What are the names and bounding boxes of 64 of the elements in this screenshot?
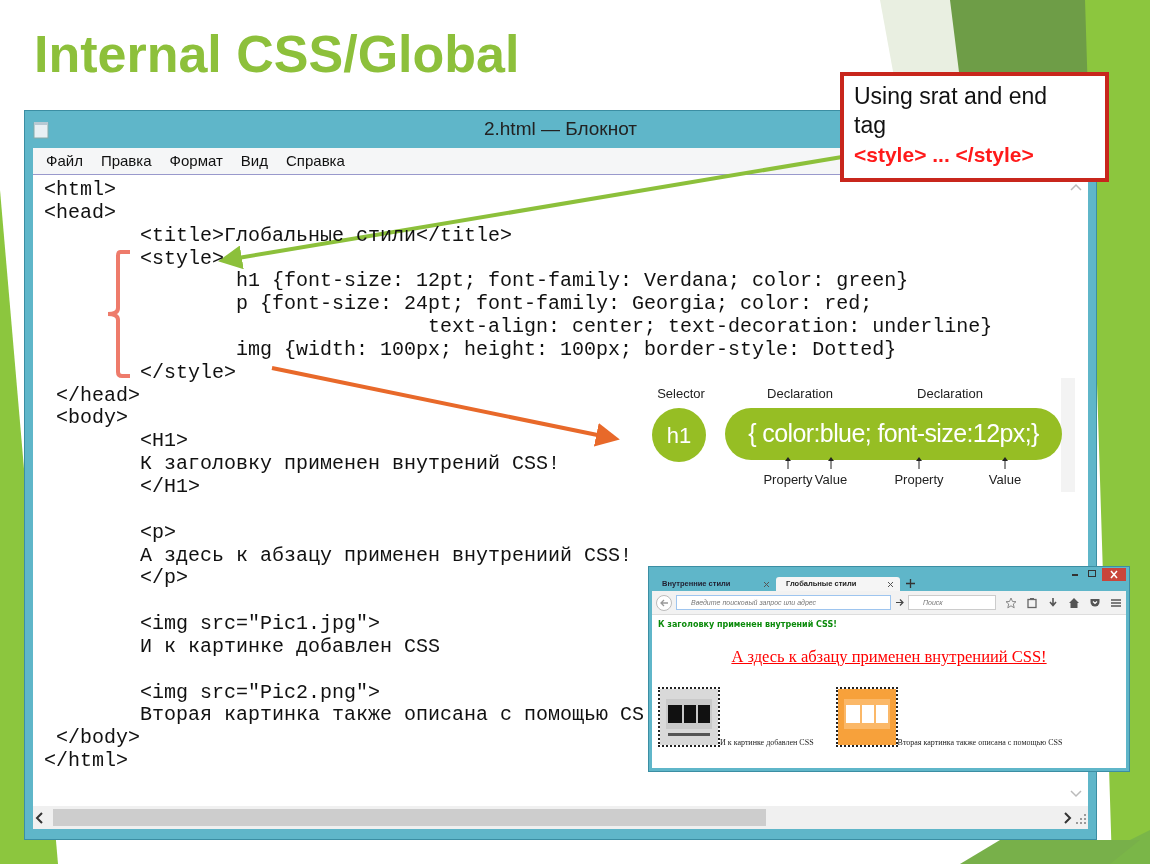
image-caption: И к картинке добавлен CSS — [720, 738, 814, 747]
callout-code: <style> ... </style> — [854, 143, 1034, 166]
code-line: </H1> — [139, 475, 201, 499]
code-line: <body> — [55, 407, 128, 431]
close-icon[interactable] — [887, 580, 894, 588]
diagram-label: Declaration — [917, 386, 983, 401]
close-icon[interactable] — [763, 580, 770, 588]
code-line: К заголовку применен внутрений CSS! — [139, 453, 561, 476]
menu-item[interactable]: Справка — [277, 149, 354, 173]
code-line: </body> — [55, 727, 140, 751]
code-line: <H1> — [139, 430, 189, 454]
menu-item[interactable]: Формат — [160, 149, 232, 173]
page-paragraph: А здесь к абзацу применен внутрениий CSS! — [730, 646, 1048, 668]
code-line: h1 {font-size: 12pt; font-family: Verdana; color: green} — [235, 270, 909, 294]
code-line: <html> — [44, 179, 116, 202]
code-line: </style> — [139, 361, 237, 385]
maximize-icon[interactable] — [1085, 568, 1099, 578]
diagram-label: Property — [894, 472, 944, 487]
diagram-label: Property — [763, 472, 813, 487]
menu-item[interactable]: Правка — [91, 149, 161, 173]
close-icon[interactable] — [1102, 568, 1126, 581]
diagram-label: Value — [988, 472, 1022, 487]
arrow-right-icon[interactable] — [895, 598, 904, 607]
callout-text: Using srat and end tag — [854, 82, 1049, 140]
menu-icon[interactable] — [1110, 596, 1122, 609]
download-icon[interactable] — [1047, 596, 1059, 609]
clipboard-icon[interactable] — [1026, 596, 1038, 609]
leader-line — [828, 457, 834, 469]
code-line: Вторая картинка также описана с помощью CS — [139, 704, 645, 728]
page-heading: К заголовку применен внутрений CSS! — [658, 619, 838, 631]
window-title: 2.html — Блокнот — [483, 117, 638, 142]
pocket-icon[interactable] — [1089, 596, 1101, 609]
code-line: <img src="Pic1.jpg"> — [139, 613, 381, 636]
code-line: img {width: 100px; height: 100px; border-style: Dotted} — [235, 338, 897, 362]
slide-title: Internal CSS/Global — [34, 24, 520, 85]
code-line: </head> — [55, 384, 140, 408]
code-line: А здесь к абзацу применен внутрениий CSS! — [139, 544, 633, 568]
back-icon[interactable] — [656, 594, 672, 611]
diagram-label: Selector — [657, 386, 705, 401]
code-line: </html> — [44, 750, 128, 773]
code-line: </p> — [139, 567, 189, 591]
menu-item[interactable]: Вид — [231, 149, 277, 173]
code-line: text-align: center; text-decoration: underline} — [427, 316, 993, 339]
diagram-label: Declaration — [767, 386, 833, 401]
leader-line — [785, 457, 791, 469]
code-line: <p> — [139, 521, 177, 545]
diagram-label: Value — [814, 472, 848, 487]
code-line: <style> — [139, 247, 225, 271]
image-caption: Вторая картинка также описана с помощью CSS — [897, 738, 1063, 747]
notepad-icon — [33, 120, 49, 139]
leader-line — [1002, 457, 1008, 469]
code-line: <img src="Pic2.png"> — [139, 681, 381, 705]
home-icon[interactable] — [1068, 596, 1080, 609]
code-line: <head> — [44, 201, 116, 225]
menu-item[interactable]: Файл — [37, 149, 92, 173]
plus-icon[interactable] — [906, 579, 915, 588]
scrollbar-thumb[interactable] — [53, 809, 766, 826]
code-line: И к картинке добавлен CSS — [139, 635, 441, 659]
resize-grip-icon — [1074, 811, 1088, 824]
declaration-pill: { color:blue; font-size:12px;} — [725, 408, 1062, 460]
selector-circle: h1 — [652, 408, 706, 462]
code-line: p {font-size: 24pt; font-family: Georgia; color: red; — [235, 293, 873, 317]
star-icon[interactable] — [1005, 596, 1017, 609]
leader-line — [916, 457, 922, 469]
